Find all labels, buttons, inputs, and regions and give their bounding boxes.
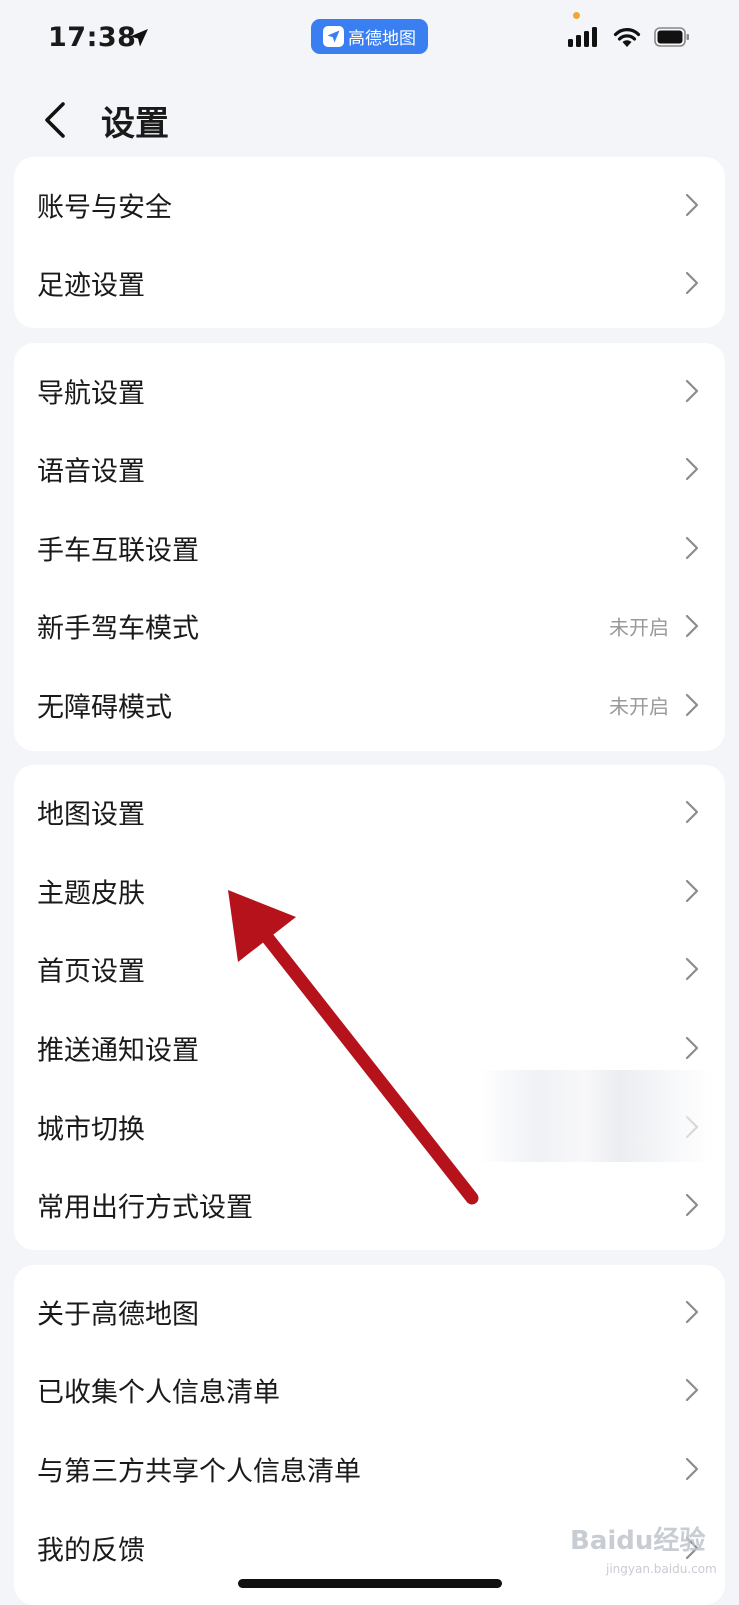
settings-group-map: 地图设置 主题皮肤 首页设置 推送通知设置 城市切换 常用出行方式设置: [14, 765, 725, 1250]
app-return-pill[interactable]: 高德地图: [311, 19, 428, 54]
app-pill-label: 高德地图: [348, 29, 416, 49]
settings-row-voice[interactable]: 语音设置: [14, 429, 725, 508]
settings-row-map[interactable]: 地图设置: [14, 772, 725, 851]
chevron-right-icon: [685, 379, 699, 402]
row-label: 常用出行方式设置: [37, 1192, 253, 1223]
settings-row-third-party-sharing[interactable]: 与第三方共享个人信息清单: [14, 1429, 725, 1508]
home-indicator[interactable]: [238, 1579, 502, 1588]
row-label: 城市切换: [37, 1114, 145, 1145]
watermark-url: jingyan.baidu.com: [606, 1562, 717, 1576]
row-label: 首页设置: [37, 956, 145, 987]
chevron-right-icon: [685, 1457, 699, 1480]
row-label: 足迹设置: [37, 270, 145, 301]
row-label: 新手驾车模式: [37, 613, 199, 644]
chevron-left-icon[interactable]: [38, 98, 78, 142]
battery-icon: [654, 27, 689, 47]
settings-row-car-connect[interactable]: 手车互联设置: [14, 508, 725, 587]
chevron-right-icon: [685, 1036, 699, 1059]
settings-row-novice-driving[interactable]: 新手驾车模式 未开启: [14, 586, 725, 665]
settings-row-collected-info[interactable]: 已收集个人信息清单: [14, 1350, 725, 1429]
settings-row-travel-mode[interactable]: 常用出行方式设置: [14, 1165, 725, 1244]
settings-row-navigation[interactable]: 导航设置: [14, 351, 725, 430]
status-time: 17:38: [48, 22, 137, 53]
row-label: 与第三方共享个人信息清单: [37, 1456, 361, 1487]
chevron-right-icon: [685, 800, 699, 823]
settings-group-navigation: 导航设置 语音设置 手车互联设置 新手驾车模式 未开启 无障碍模式 未开启: [14, 343, 725, 751]
settings-group-account: 账号与安全 足迹设置: [14, 157, 725, 328]
chevron-right-icon: [685, 1378, 699, 1401]
chevron-right-icon: [685, 193, 699, 216]
status-bar: 17:38 高德地图: [0, 0, 739, 80]
settings-row-footprint[interactable]: 足迹设置: [14, 243, 725, 322]
chevron-right-icon: [685, 957, 699, 980]
chevron-right-icon: [685, 271, 699, 294]
privacy-indicator-dot: [573, 12, 580, 19]
row-label: 导航设置: [37, 378, 145, 409]
row-label: 账号与安全: [37, 192, 172, 223]
cellular-signal-icon: [568, 27, 597, 47]
row-label: 主题皮肤: [37, 878, 145, 909]
row-label: 关于高德地图: [37, 1299, 199, 1330]
chevron-right-icon: [685, 457, 699, 480]
status-value: 未开启: [609, 615, 669, 639]
row-label: 我的反馈: [37, 1535, 145, 1566]
settings-row-theme-skin[interactable]: 主题皮肤: [14, 851, 725, 930]
nav-header: 设置: [0, 84, 739, 154]
amap-logo-icon: [323, 26, 344, 47]
status-value: 未开启: [609, 694, 669, 718]
page-title: 设置: [101, 104, 169, 144]
chevron-right-icon: [685, 1193, 699, 1216]
settings-row-account-security[interactable]: 账号与安全: [14, 165, 725, 244]
chevron-right-icon: [685, 536, 699, 559]
settings-row-about[interactable]: 关于高德地图: [14, 1272, 725, 1351]
wifi-icon: [613, 28, 641, 47]
row-label: 无障碍模式: [37, 692, 172, 723]
location-arrow-icon: [130, 29, 148, 47]
row-label: 地图设置: [37, 799, 145, 830]
baidu-jingyan-watermark: Baidu经验: [570, 1526, 706, 1556]
settings-row-accessibility[interactable]: 无障碍模式 未开启: [14, 665, 725, 744]
row-label: 手车互联设置: [37, 535, 199, 566]
chevron-right-icon: [685, 693, 699, 716]
redacted-city-value: [478, 1070, 714, 1162]
chevron-right-icon: [685, 1300, 699, 1323]
row-label: 语音设置: [37, 456, 145, 487]
settings-row-home-page[interactable]: 首页设置: [14, 929, 725, 1008]
row-label: 已收集个人信息清单: [37, 1377, 280, 1408]
row-label: 推送通知设置: [37, 1035, 199, 1066]
chevron-right-icon: [685, 614, 699, 637]
chevron-right-icon: [685, 879, 699, 902]
